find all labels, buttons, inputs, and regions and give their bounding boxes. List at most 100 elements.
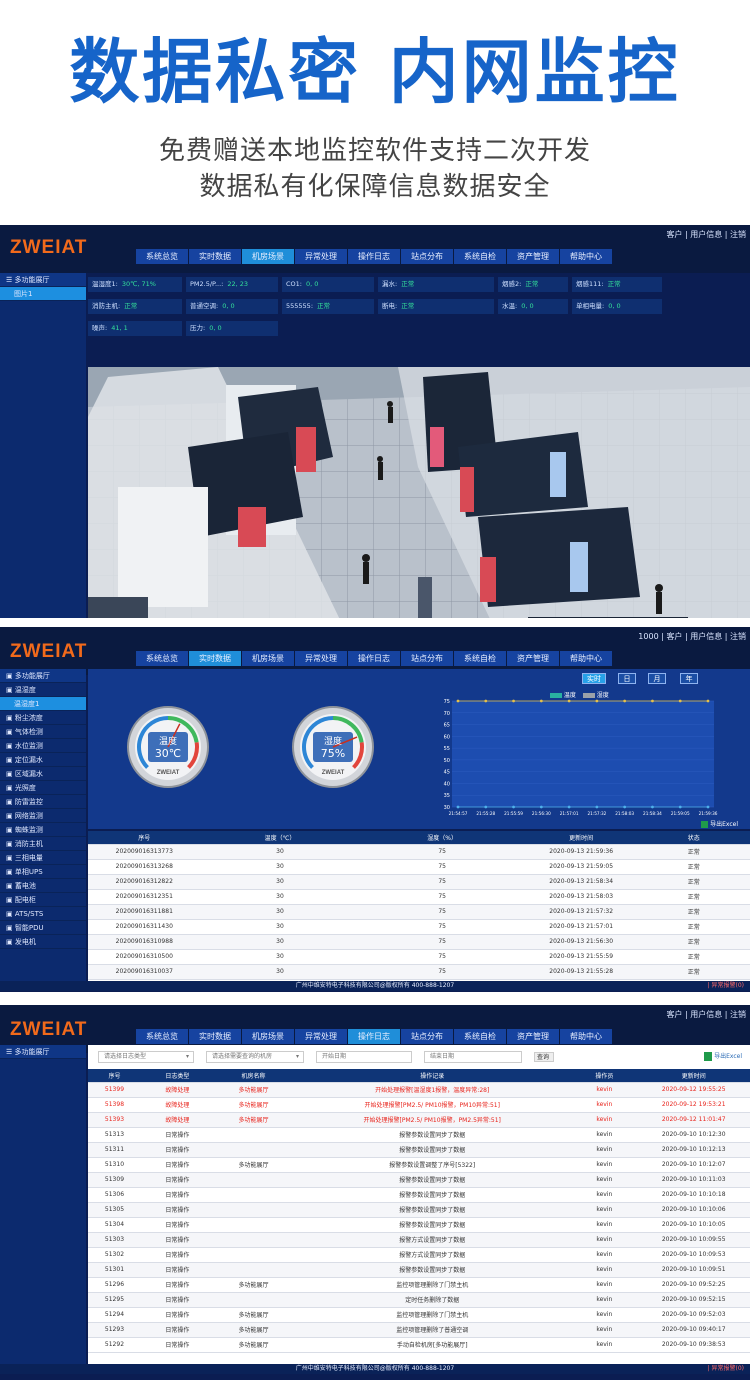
table-row[interactable]: 51310 日常操作 多功能展厅 报警参数设置调整了序号[5322] kevin 2020… [88, 1157, 750, 1173]
sidebar-item[interactable]: ▣ 蓄电池 [0, 879, 86, 893]
sidebar-item[interactable]: ▣ 水位监测 [0, 739, 86, 753]
table-row[interactable]: 51295 日常操作 定时任务删除了数据 kevin 2020-09-10 09:52:… [88, 1292, 750, 1308]
column-header[interactable]: 更新时间 [637, 1069, 750, 1083]
nav-tab-0[interactable]: 系统总览 [136, 1029, 188, 1044]
end-date-input[interactable]: 结束日期 [424, 1051, 522, 1063]
table-row[interactable]: 51304 日常操作 报警参数设置同步了数据 kevin 2020-09-10 10:1… [88, 1217, 750, 1233]
nav-tab-4[interactable]: 操作日志 [348, 249, 400, 264]
sidebar-item[interactable]: ▣ 防雷监控 [0, 795, 86, 809]
sidebar-item[interactable]: ▣ 网络监测 [0, 809, 86, 823]
table-row[interactable]: 51305 日常操作 报警参数设置同步了数据 kevin 2020-09-10 10:1… [88, 1202, 750, 1218]
user-links[interactable]: 客户 | 用户信息 | 注销 [666, 1009, 746, 1020]
sidebar-item-image1[interactable]: 图片1 [0, 287, 86, 301]
export-excel-button[interactable]: 导出Excel [88, 819, 750, 829]
nav-tab-3[interactable]: 异常处理 [295, 249, 347, 264]
table-row[interactable]: 202009016310037 30 75 2020-09-13 21:55:28 正常 [88, 964, 750, 980]
column-header[interactable]: 湿度（%） [359, 831, 525, 845]
sidebar-item[interactable]: ▣ 蜘蛛监测 [0, 823, 86, 837]
table-row[interactable]: 51292 日常操作 多功能展厅 手动自检机房[多功能展厅] kevin 2020-09-… [88, 1337, 750, 1353]
export-excel-button[interactable]: 导出Excel [704, 1051, 742, 1061]
nav-tab-8[interactable]: 帮助中心 [560, 651, 612, 666]
nav-tab-8[interactable]: 帮助中心 [560, 249, 612, 264]
sidebar-item[interactable]: ▣ 消防主机 [0, 837, 86, 851]
table-row[interactable]: 202009016311430 30 75 2020-09-13 21:57:01 正常 [88, 919, 750, 935]
nav-tab-1[interactable]: 实时数据 [189, 249, 241, 264]
column-header[interactable]: 操作记录 [293, 1069, 572, 1083]
sidebar-item[interactable]: ▣ 温湿度 [0, 683, 86, 697]
query-button[interactable]: 查询 [534, 1052, 554, 1062]
table-row[interactable]: 51293 日常操作 多功能展厅 监控项管理删除了普通空调 kevin 2020-09-1… [88, 1322, 750, 1338]
table-row[interactable]: 51393 故障处理 多功能展厅 开始处理报警[PM2.5/ PM10报警，PM2.5… [88, 1112, 750, 1128]
table-row[interactable]: 202009016310988 30 75 2020-09-13 21:56:30 正常 [88, 934, 750, 950]
table-row[interactable]: 202009016311881 30 75 2020-09-13 21:57:32 正常 [88, 904, 750, 920]
nav-tab-3[interactable]: 异常处理 [295, 651, 347, 666]
sidebar-item[interactable]: ▣ 三相电量 [0, 851, 86, 865]
sidebar-item[interactable]: ▣ 区域漏水 [0, 767, 86, 781]
time-range-button[interactable]: 年 [680, 673, 698, 684]
nav-tab-2[interactable]: 机房场景 [242, 1029, 294, 1044]
column-header[interactable]: 操作员 [571, 1069, 638, 1083]
nav-tab-1[interactable]: 实时数据 [189, 1029, 241, 1044]
nav-tab-0[interactable]: 系统总览 [136, 651, 188, 666]
nav-tab-7[interactable]: 资产管理 [507, 1029, 559, 1044]
table-row[interactable]: 202009016313773 30 75 2020-09-13 21:59:36 正常 [88, 844, 750, 860]
column-header[interactable]: 日志类型 [140, 1069, 214, 1083]
nav-tab-6[interactable]: 系统自检 [454, 651, 506, 666]
room-select[interactable]: 请选择需要查询的机房 ▾ [206, 1051, 304, 1063]
sidebar-item[interactable]: ▣ 粉尘浓度 [0, 711, 86, 725]
time-range-button[interactable]: 月 [648, 673, 666, 684]
column-header[interactable]: 序号 [88, 1069, 141, 1083]
nav-tab-5[interactable]: 站点分布 [401, 249, 453, 264]
nav-tab-7[interactable]: 资产管理 [507, 651, 559, 666]
sidebar-item-room[interactable]: ☰ 多功能展厅 [0, 1045, 86, 1059]
table-row[interactable]: 202009016313268 30 75 2020-09-13 21:59:05 正常 [88, 859, 750, 875]
table-row[interactable]: 51398 故障处理 多功能展厅 开始处理报警[PM2.5/ PM10报警，PM10异… [88, 1097, 750, 1113]
time-range-button[interactable]: 日 [618, 673, 636, 684]
table-row[interactable]: 51306 日常操作 报警参数设置同步了数据 kevin 2020-09-10 10:1… [88, 1187, 750, 1203]
sidebar-item[interactable]: ▣ ATS/STS [0, 907, 86, 921]
table-row[interactable]: 51399 故障处理 多功能展厅 开始处理报警[温湿度1报警，温度异常:28] kevi… [88, 1082, 750, 1098]
table-row[interactable]: 51294 日常操作 多功能展厅 监控项管理删除了门禁主机 kevin 2020-09-1… [88, 1307, 750, 1323]
sidebar-item[interactable]: ▣ 多功能展厅 [0, 669, 86, 683]
sidebar-item[interactable]: ▣ 定位漏水 [0, 753, 86, 767]
user-links[interactable]: 1000 | 客户 | 用户信息 | 注销 [638, 631, 746, 642]
nav-tab-6[interactable]: 系统自检 [454, 1029, 506, 1044]
table-row[interactable]: 51301 日常操作 报警参数设置同步了数据 kevin 2020-09-10 10:0… [88, 1262, 750, 1278]
column-header[interactable]: 机房名称 [213, 1069, 294, 1083]
sidebar-item[interactable]: ▣ 光照度 [0, 781, 86, 795]
table-row[interactable]: 51303 日常操作 报警方式设置同步了数据 kevin 2020-09-10 10:0… [88, 1232, 750, 1248]
table-row[interactable]: 202009016312822 30 75 2020-09-13 21:58:34 正常 [88, 874, 750, 890]
nav-tab-8[interactable]: 帮助中心 [560, 1029, 612, 1044]
sidebar-item[interactable]: ▣ 气体检测 [0, 725, 86, 739]
alarm-link[interactable]: | 异常报警(0) [708, 981, 744, 991]
table-row[interactable]: 202009016312351 30 75 2020-09-13 21:58:03 正常 [88, 889, 750, 905]
alarm-link[interactable]: | 异常报警(0) [708, 1364, 744, 1374]
column-header[interactable]: 温度（℃） [200, 831, 360, 845]
nav-tab-2[interactable]: 机房场景 [242, 651, 294, 666]
time-range-button[interactable]: 实时 [582, 673, 606, 684]
sidebar-item-room[interactable]: ☰ 多功能展厅 [0, 273, 86, 287]
table-row[interactable]: 51311 日常操作 报警参数设置同步了数据 kevin 2020-09-10 10:1… [88, 1142, 750, 1158]
column-header[interactable]: 更新时间 [524, 831, 638, 845]
table-row[interactable]: 51302 日常操作 报警方式设置同步了数据 kevin 2020-09-10 10:0… [88, 1247, 750, 1263]
nav-tab-1[interactable]: 实时数据 [189, 651, 241, 666]
table-row[interactable]: 202009016310500 30 75 2020-09-13 21:55:59 正常 [88, 949, 750, 965]
column-header[interactable]: 序号 [88, 831, 201, 845]
start-date-input[interactable]: 开始日期 [316, 1051, 412, 1063]
nav-tab-3[interactable]: 异常处理 [295, 1029, 347, 1044]
sidebar-item[interactable]: ▣ 发电机 [0, 935, 86, 949]
table-row[interactable]: 51313 日常操作 报警参数设置同步了数据 kevin 2020-09-10 10:1… [88, 1127, 750, 1143]
room-3d-scene[interactable] [88, 367, 750, 618]
sidebar-item[interactable]: 温湿度1 [0, 697, 86, 711]
column-header[interactable]: 状态 [637, 831, 750, 845]
sidebar-item[interactable]: ▣ 智能PDU [0, 921, 86, 935]
nav-tab-5[interactable]: 站点分布 [401, 1029, 453, 1044]
nav-tab-4[interactable]: 操作日志 [348, 651, 400, 666]
nav-tab-4[interactable]: 操作日志 [348, 1029, 400, 1044]
nav-tab-2[interactable]: 机房场景 [242, 249, 294, 264]
table-row[interactable]: 51296 日常操作 多功能展厅 监控项管理删除了门禁主机 kevin 2020-09-1… [88, 1277, 750, 1293]
sidebar-item[interactable]: ▣ 单相UPS [0, 865, 86, 879]
nav-tab-5[interactable]: 站点分布 [401, 651, 453, 666]
nav-tab-0[interactable]: 系统总览 [136, 249, 188, 264]
table-row[interactable]: 51309 日常操作 报警参数设置同步了数据 kevin 2020-09-10 10:1… [88, 1172, 750, 1188]
